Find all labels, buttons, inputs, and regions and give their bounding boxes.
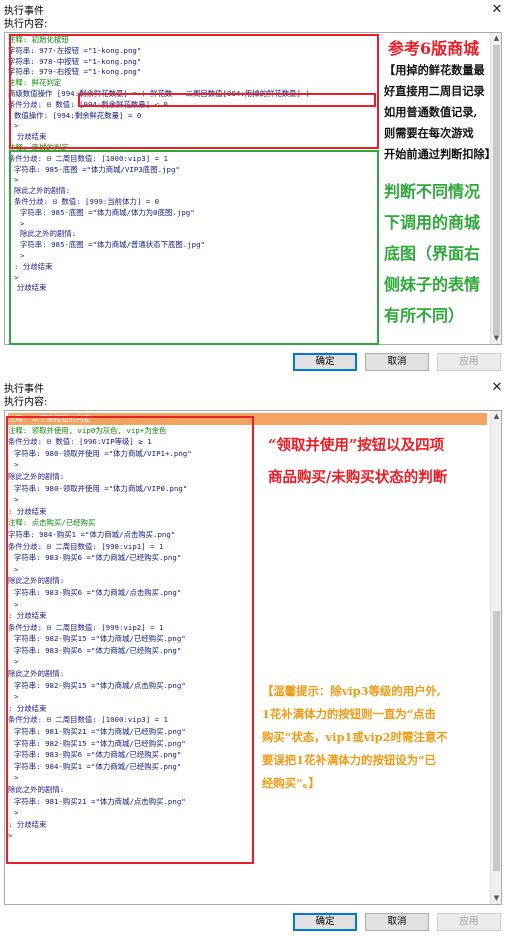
command-line[interactable]: 除此之外的剧情:	[8, 668, 487, 680]
command-line[interactable]: 字符串: 985-底图 ="体力商城/VIP3底图.jpg"	[8, 165, 487, 176]
dialog-buttons: 确定 取消 应用	[293, 913, 501, 931]
command-line[interactable]: >	[8, 564, 487, 576]
ok-button[interactable]: 确定	[293, 913, 357, 931]
command-line[interactable]: >	[8, 830, 487, 842]
note-line: 要误把1花补满体力的按钮设为“已	[262, 753, 436, 767]
note-line: 1花补满体力的按钮则一直为“点击	[262, 707, 436, 721]
vertical-scrollbar[interactable]: ▲ ▼	[490, 411, 501, 904]
command-line[interactable]: >	[8, 599, 487, 611]
note-flower-record: 【用掉的鲜花数量最 好直接用二周目记录 如用普通数值记录, 则需要在每次游戏 开…	[384, 60, 496, 165]
command-line[interactable]: 字符串: 983-购买6 ="体力商城/已经购买.png"	[8, 552, 487, 564]
note-line: 开始前通过判断扣除】	[384, 147, 496, 161]
scroll-up-icon[interactable]: ▲	[491, 411, 501, 422]
ok-button[interactable]: 确定	[293, 353, 357, 371]
note-line: 购买”状态，vip1或vip2时需注意不	[262, 730, 448, 744]
cancel-button[interactable]: 取消	[365, 353, 429, 371]
note-reference-store: 参考6版商城	[388, 39, 480, 58]
title-bar: 执行事件 ✕	[0, 378, 511, 396]
note-line: “领取并使用”按钮以及四项	[268, 437, 445, 454]
note-line: 【用掉的鲜花数量最	[384, 63, 485, 77]
command-line[interactable]: 字符串: 984-购买1 ="体力商城/点击购买.png"	[8, 529, 487, 541]
note-warm-tip: 【温馨提示：除vip3等级的用户外, 1花补满体力的按钮则一直为“点击 购买”状…	[262, 680, 448, 795]
dialog-title: 执行事件	[4, 383, 44, 395]
note-line: 底图（界面右	[384, 244, 481, 263]
command-line[interactable]: >	[8, 494, 487, 506]
close-icon[interactable]: ✕	[489, 2, 505, 17]
comment-line[interactable]: 注释: 以下是按钮的判定	[8, 413, 487, 425]
note-background-logic: 判断不同情况 下调用的商城 底图（界面右 侧妹子的表情 有所不同）	[384, 176, 480, 331]
close-icon[interactable]: ✕	[489, 380, 505, 395]
command-line[interactable]: 字符串: 983-购买6 ="体力商城/点击购买.png"	[8, 587, 487, 599]
apply-button[interactable]: 应用	[437, 353, 501, 371]
note-line: 经购买”。】	[262, 776, 320, 790]
scroll-thumb[interactable]	[493, 611, 500, 871]
comment-line[interactable]: 注释: 点击购买/已经购买	[8, 517, 487, 529]
command-line[interactable]: : 分歧结束	[8, 506, 487, 518]
note-line: 判断不同情况	[384, 182, 481, 201]
command-line[interactable]: 条件分歧: ⊟ 二周目数值: [998:vip1] = 1	[8, 541, 487, 553]
execute-event-dialog-2: 执行事件 ✕ 执行内容: 注释: 以下是按钮的判定 注释: 领取并使用, vip0…	[0, 378, 511, 936]
command-line[interactable]: : 分歧结束	[8, 610, 487, 622]
command-line[interactable]: 字符串: 981-购买21 ="体力商城/点击购买.png"	[8, 796, 487, 808]
command-line[interactable]: >	[8, 807, 487, 819]
note-line: 则需要在每次游戏	[384, 126, 474, 140]
note-line: 有所不同）	[384, 306, 465, 325]
command-line[interactable]: 条件分歧: ⊟ 二周目数值: [999:vip2] = 1	[8, 622, 487, 634]
note-line: 好直接用二周目记录	[384, 84, 485, 98]
scroll-down-icon[interactable]: ▼	[491, 333, 501, 344]
section-label: 执行内容:	[4, 397, 48, 408]
note-button-judgement: “领取并使用”按钮以及四项 商品购买/未购买状态的判断	[268, 430, 447, 494]
dialog-buttons: 确定 取消 应用	[293, 353, 501, 371]
note-line: 下调用的商城	[384, 213, 481, 232]
command-line[interactable]: 字符串: 983-购买6 ="体力商城/已经购买.png"	[8, 645, 487, 657]
execute-event-dialog-1: 执行事件 ✕ 执行内容: 注释: 初始化按钮 字符串: 977-左按钮 ="1-k…	[0, 0, 511, 378]
note-line: 【温馨提示：除vip3等级的用户外,	[262, 684, 441, 698]
command-line[interactable]: 字符串: 982-购买15 ="体力商城/已经购买.png"	[8, 633, 487, 645]
cancel-button[interactable]: 取消	[365, 913, 429, 931]
apply-button[interactable]: 应用	[437, 913, 501, 931]
dialog-title: 执行事件	[4, 5, 44, 17]
note-line: 商品购买/未购买状态的判断	[268, 469, 448, 486]
command-line[interactable]: 除此之外的剧情:	[8, 575, 487, 587]
scroll-down-icon[interactable]: ▼	[491, 893, 501, 904]
command-line[interactable]: : 分歧结束	[8, 819, 487, 831]
note-line: 如用普通数值记录,	[384, 105, 478, 119]
note-line: 侧妹子的表情	[384, 275, 481, 294]
title-bar: 执行事件 ✕	[0, 0, 511, 18]
command-line[interactable]: >	[8, 656, 487, 668]
scroll-up-icon[interactable]: ▲	[491, 33, 501, 44]
section-label: 执行内容:	[4, 19, 48, 30]
